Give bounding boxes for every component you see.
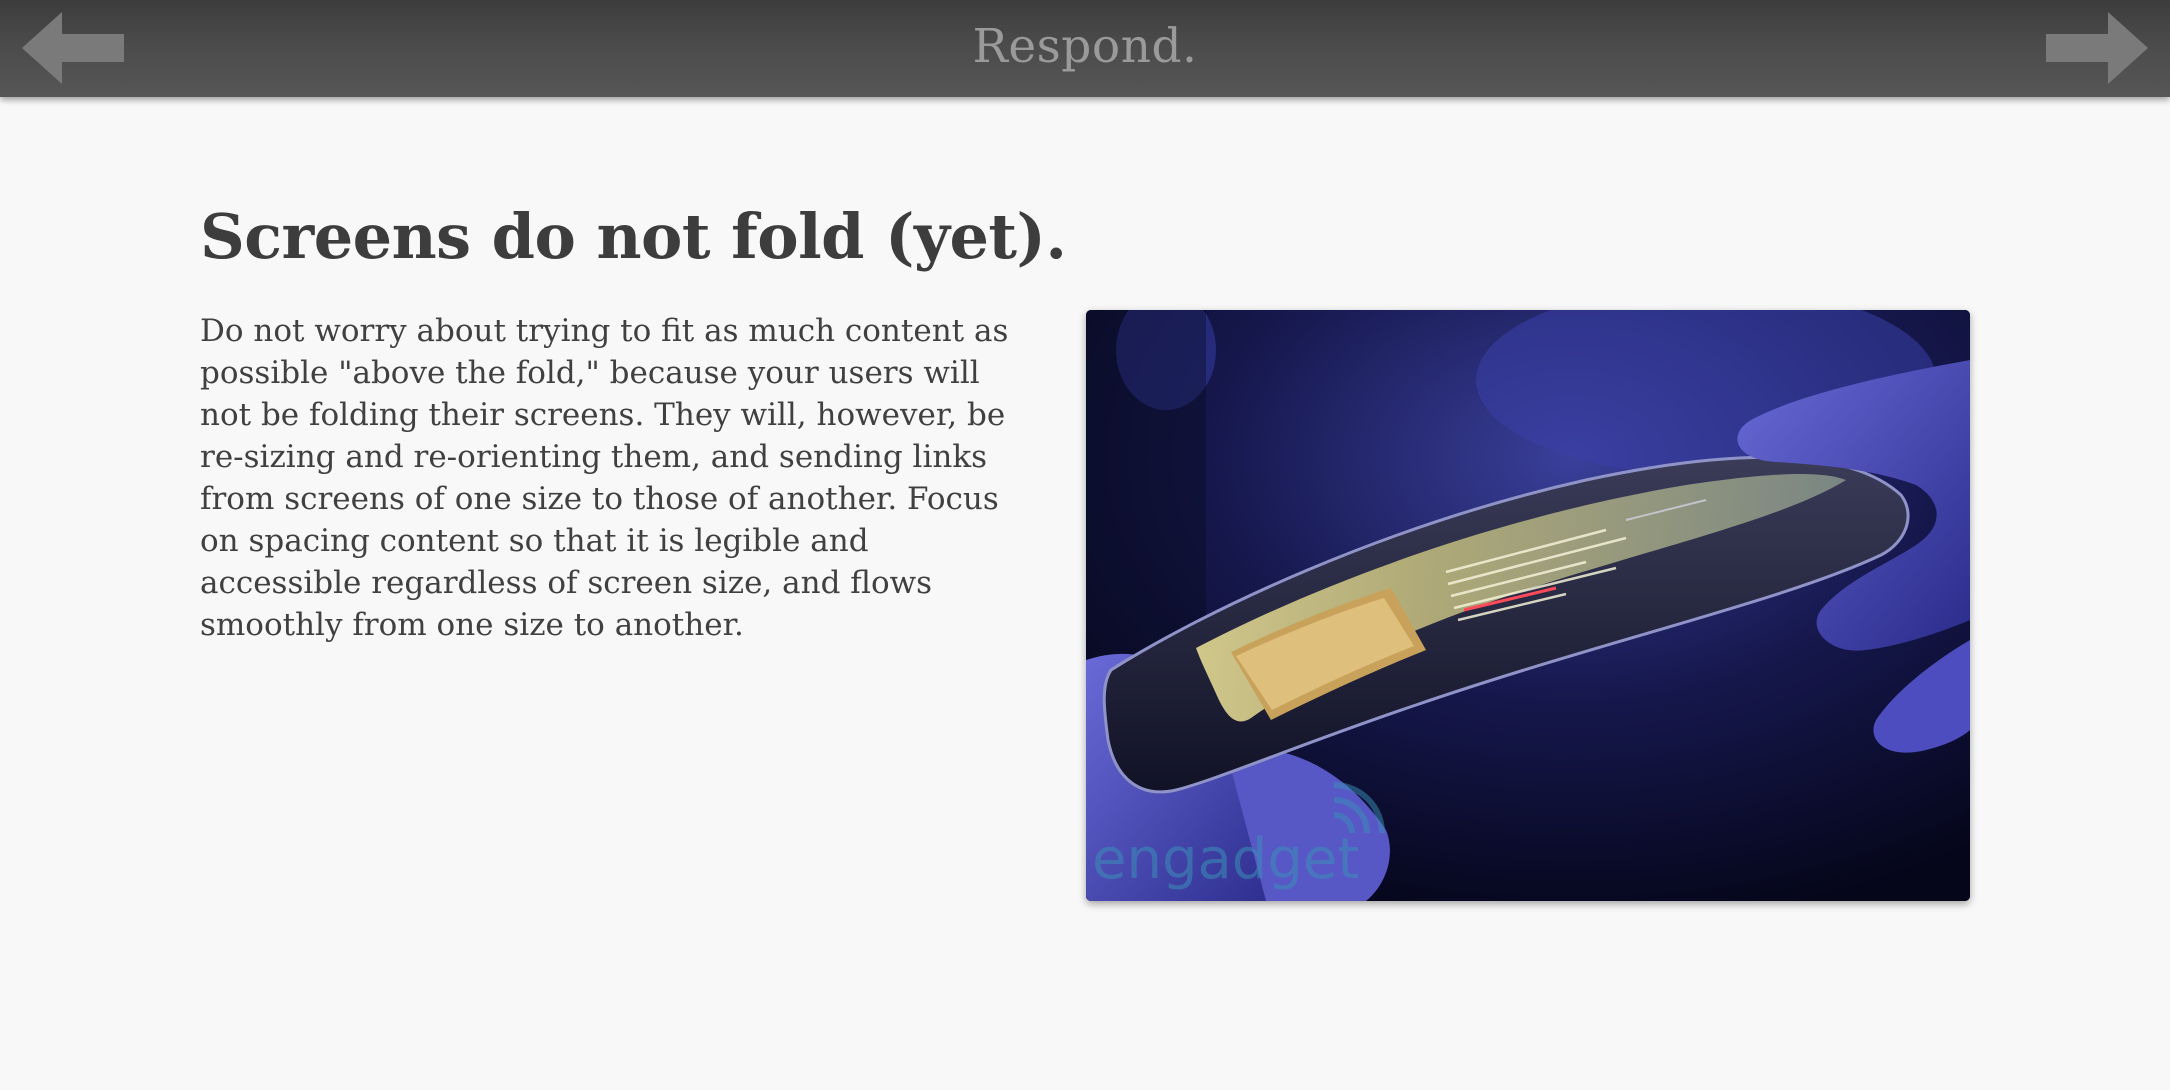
next-slide-button[interactable] (2042, 8, 2152, 88)
slide-body-text: Do not worry about trying to fit as much… (200, 313, 1009, 643)
engadget-watermark: engadget (1092, 827, 1359, 892)
slide-title: Screens do not fold (yet). (200, 200, 1067, 273)
arrow-right-icon (2046, 12, 2148, 84)
top-navigation-bar: Respond. (0, 0, 2170, 97)
presentation-title: Respond. (972, 19, 1198, 74)
flexible-screen-photo: engadget (1086, 310, 1970, 901)
